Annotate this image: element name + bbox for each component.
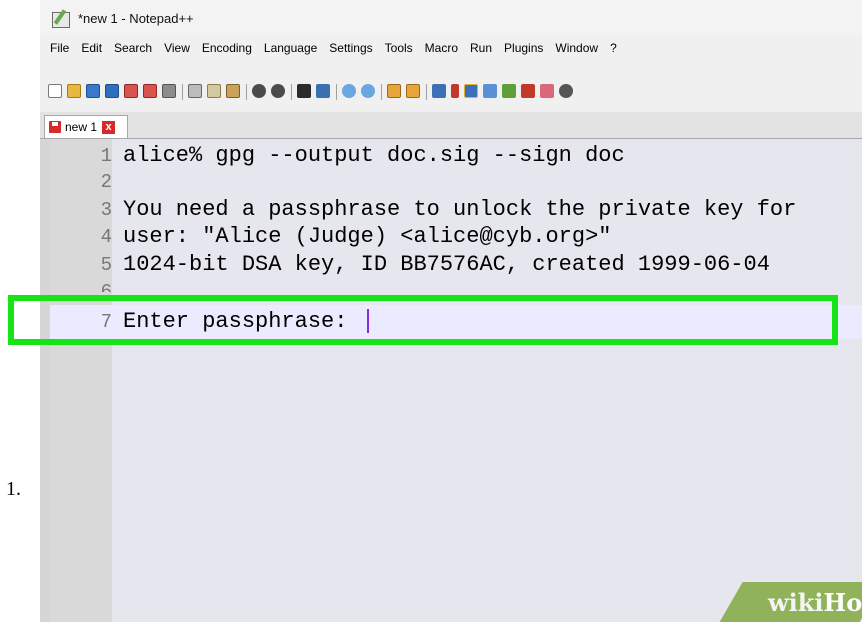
window-title: *new 1 - Notepad++ xyxy=(78,10,194,26)
macro-play-icon[interactable] xyxy=(559,84,573,98)
menu-file[interactable]: File xyxy=(50,41,69,55)
editor-line: 1 alice% gpg --output doc.sig --sign doc xyxy=(50,143,862,169)
menu-encoding[interactable]: Encoding xyxy=(202,41,252,55)
highlight-box xyxy=(8,295,838,345)
copy-icon[interactable] xyxy=(207,84,221,98)
macro-record-icon[interactable] xyxy=(521,84,535,98)
line-text: user: "Alice (Judge) <alice@cyb.org>" xyxy=(123,224,612,249)
line-number: 5 xyxy=(100,254,112,276)
folder-workspace-icon[interactable] xyxy=(540,84,554,98)
wikihow-watermark: wikiHow xyxy=(768,588,862,617)
open-file-icon[interactable] xyxy=(67,84,81,98)
find-icon[interactable] xyxy=(297,84,311,98)
line-number: 2 xyxy=(100,171,112,193)
redo-icon[interactable] xyxy=(271,84,285,98)
function-list-icon[interactable] xyxy=(502,84,516,98)
zoom-out-icon[interactable] xyxy=(361,84,375,98)
print-icon[interactable] xyxy=(162,84,176,98)
paste-icon[interactable] xyxy=(226,84,240,98)
editor-line: 2 xyxy=(50,169,862,195)
tab-label: new 1 xyxy=(65,120,98,134)
cut-icon[interactable] xyxy=(188,84,202,98)
toolbar xyxy=(40,60,862,112)
editor-line: 4 user: "Alice (Judge) <alice@cyb.org>" xyxy=(50,224,862,250)
new-file-icon[interactable] xyxy=(48,84,62,98)
undo-icon[interactable] xyxy=(252,84,266,98)
save-all-icon[interactable] xyxy=(105,84,119,98)
sync-vertical-icon[interactable] xyxy=(387,84,401,98)
editor-line: 5 1024-bit DSA key, ID BB7576AC, created… xyxy=(50,252,862,278)
editor-area[interactable]: 1 alice% gpg --output doc.sig --sign doc… xyxy=(50,139,862,622)
word-wrap-icon[interactable] xyxy=(432,84,446,98)
tab-new-1[interactable]: new 1 x xyxy=(44,115,128,138)
editor-line: 6 xyxy=(50,279,862,292)
doc-map-icon[interactable] xyxy=(483,84,497,98)
menu-help[interactable]: ? xyxy=(610,41,617,55)
toolbar-separator xyxy=(381,84,382,100)
line-text: alice% gpg --output doc.sig --sign doc xyxy=(123,143,625,168)
toolbar-separator xyxy=(291,84,292,100)
menu-edit[interactable]: Edit xyxy=(81,41,102,55)
menu-tools[interactable]: Tools xyxy=(385,41,413,55)
tab-bar: new 1 x xyxy=(40,112,862,139)
tab-close-icon[interactable]: x xyxy=(102,120,116,134)
unsaved-file-icon xyxy=(49,121,61,133)
close-file-icon[interactable] xyxy=(124,84,138,98)
menu-macro[interactable]: Macro xyxy=(425,41,458,55)
toolbar-separator xyxy=(246,84,247,100)
menu-search[interactable]: Search xyxy=(114,41,152,55)
step-number: 1. xyxy=(6,478,21,500)
notepad-app-icon xyxy=(52,9,72,28)
toolbar-separator xyxy=(426,84,427,100)
menu-bar: File Edit Search View Encoding Language … xyxy=(40,36,862,60)
menu-language[interactable]: Language xyxy=(264,41,317,55)
line-number: 6 xyxy=(100,281,112,292)
sync-horizontal-icon[interactable] xyxy=(406,84,420,98)
menu-run[interactable]: Run xyxy=(470,41,492,55)
line-number: 4 xyxy=(100,226,112,248)
toolbar-separator xyxy=(336,84,337,100)
show-all-chars-icon[interactable] xyxy=(451,84,459,98)
line-text: 1024-bit DSA key, ID BB7576AC, created 1… xyxy=(123,252,770,277)
line-text: You need a passphrase to unlock the priv… xyxy=(123,197,797,222)
menu-view[interactable]: View xyxy=(164,41,190,55)
save-icon[interactable] xyxy=(86,84,100,98)
replace-icon[interactable] xyxy=(316,84,330,98)
zoom-in-icon[interactable] xyxy=(342,84,356,98)
menu-window[interactable]: Window xyxy=(555,41,598,55)
indent-guide-icon[interactable] xyxy=(464,84,478,98)
line-number: 1 xyxy=(100,145,112,167)
toolbar-separator xyxy=(182,84,183,100)
line-number: 3 xyxy=(100,199,112,221)
editor-line: 3 You need a passphrase to unlock the pr… xyxy=(50,197,862,223)
title-bar: *new 1 - Notepad++ xyxy=(40,0,862,36)
close-all-icon[interactable] xyxy=(143,84,157,98)
menu-plugins[interactable]: Plugins xyxy=(504,41,543,55)
menu-settings[interactable]: Settings xyxy=(329,41,372,55)
